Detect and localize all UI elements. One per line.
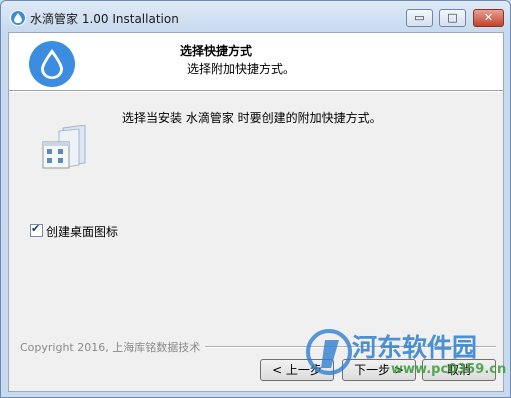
title-bar[interactable]: 水滴管家 1.00 Installation ▭ □ ✕ (1, 1, 510, 32)
wizard-page: 选择快捷方式 选择附加快捷方式。 选择当安装 水滴管家 时要创建的附加快捷方式。… (8, 32, 504, 392)
cancel-button[interactable]: 取消 (422, 359, 496, 381)
instruction-text: 选择当安装 水滴管家 时要创建的附加快捷方式。 (122, 111, 382, 125)
copyright-text: Copyright 2016, 上海库铭数据技术 (20, 339, 206, 355)
desktop-shortcut-label[interactable]: 创建桌面图标 (46, 223, 118, 240)
header-divider (9, 91, 503, 92)
close-button[interactable]: ✕ (473, 9, 504, 27)
desktop-shortcut-checkbox[interactable]: ✔ (30, 222, 43, 237)
footer-branding: Copyright 2016, 上海库铭数据技术 (20, 339, 496, 355)
page-title: 选择快捷方式 (180, 44, 253, 58)
minimize-button[interactable]: ▭ (406, 9, 433, 27)
shortcut-graphic-icon (41, 124, 91, 171)
next-button[interactable]: 下一步 > (342, 359, 416, 381)
footer-separator (205, 346, 496, 348)
maximize-icon: □ (447, 11, 458, 24)
close-icon: ✕ (483, 11, 494, 24)
checkmark-icon: ✔ (31, 222, 41, 235)
minimize-icon: ▭ (414, 11, 425, 24)
window-title: 水滴管家 1.00 Installation (30, 12, 179, 26)
installer-window: 水滴管家 1.00 Installation ▭ □ ✕ 选择快捷方式 选择附加… (0, 0, 511, 398)
page-subtitle: 选择附加快捷方式。 (187, 62, 296, 76)
wizard-header: 选择快捷方式 选择附加快捷方式。 (9, 33, 503, 91)
water-drop-icon (29, 41, 75, 87)
water-drop-icon (10, 10, 26, 26)
maximize-button[interactable]: □ (439, 9, 466, 27)
back-button[interactable]: < 上一步 (260, 359, 334, 381)
